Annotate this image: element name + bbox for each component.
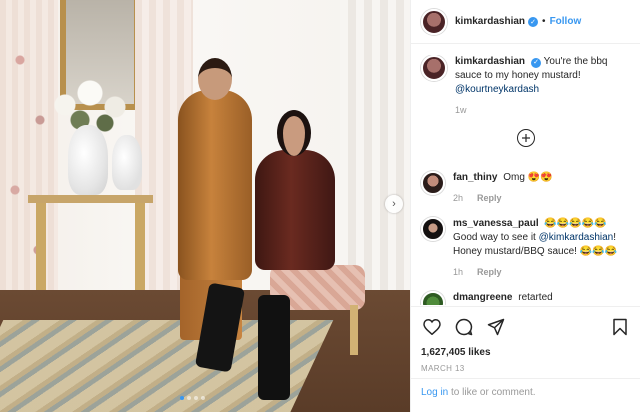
header-separator: • [542, 16, 546, 27]
login-prompt-text: to like or comment. [448, 387, 536, 398]
caption-mention[interactable]: @kourtneykardash [455, 84, 539, 95]
carousel-dot [194, 396, 198, 400]
caption-time: 1w [455, 105, 467, 115]
commenter-username[interactable]: dmangreene [453, 292, 512, 303]
plus-circle-icon [522, 134, 530, 142]
photo-person-seated [255, 150, 335, 270]
commenter-avatar[interactable] [421, 217, 445, 241]
share-button[interactable] [485, 316, 507, 338]
post-side-panel: kimkardashian ✓ • Follow kimkardashian ✓ … [410, 0, 640, 412]
comment-meta: 2h Reply [453, 191, 631, 205]
likes-count[interactable]: 1,627,405 likes [421, 347, 631, 358]
reply-button[interactable]: Reply [477, 265, 502, 279]
share-icon [487, 318, 505, 336]
comment-text: retarted [518, 292, 553, 303]
comment-button[interactable] [453, 316, 475, 338]
caption-avatar[interactable] [421, 55, 447, 81]
comment-item: ms_vanessa_paul 😂😂😂😂😂Good way to see it … [411, 217, 640, 279]
caption-body: kimkardashian ✓ You're the bbq sauce to m… [455, 55, 631, 117]
login-prompt: Log in to like or comment. [411, 378, 640, 406]
load-more [411, 129, 640, 147]
comment-item: dmangreene retarted [411, 291, 640, 305]
post-actions-section: 1,627,405 likes MARCH 13 [411, 306, 640, 373]
photo-vase-small [112, 135, 142, 190]
caption: kimkardashian ✓ You're the bbq sauce to m… [411, 55, 640, 117]
follow-button[interactable]: Follow [550, 16, 582, 27]
save-button[interactable] [609, 316, 631, 338]
login-link[interactable]: Log in [421, 387, 448, 398]
photo-boot-right [258, 295, 290, 400]
carousel-next-button[interactable]: › [385, 195, 403, 213]
comment-time: 2h [453, 193, 464, 203]
comment-meta: 1h Reply [453, 265, 631, 279]
commenter-username[interactable]: fan_thiny [453, 172, 497, 183]
heart-icon [423, 319, 441, 335]
comment-text: Omg 😍😍 [503, 172, 553, 183]
comment-icon [455, 318, 473, 336]
commenter-avatar[interactable] [421, 291, 445, 305]
chevron-right-icon: › [392, 198, 396, 210]
comment-time: 1h [453, 267, 464, 277]
commenter-avatar[interactable] [421, 171, 445, 195]
photo-stool-leg [350, 305, 358, 355]
author-avatar[interactable] [421, 8, 447, 35]
load-more-comments-button[interactable] [517, 129, 535, 147]
action-bar [421, 315, 631, 339]
post-photo[interactable]: › [0, 0, 410, 412]
carousel-dot [180, 396, 184, 400]
photo-person-seated-head [277, 110, 311, 156]
comment-body: dmangreene retarted [453, 291, 631, 305]
like-button[interactable] [421, 316, 443, 338]
photo-person-standing [178, 90, 252, 280]
verified-badge-icon: ✓ [531, 58, 542, 68]
comment-body: fan_thiny Omg 😍😍 2h Reply [453, 171, 631, 205]
comments-list[interactable]: kimkardashian ✓ You're the bbq sauce to m… [411, 55, 640, 305]
photo-console-table [28, 195, 153, 291]
commenter-username[interactable]: ms_vanessa_paul [453, 218, 539, 229]
comment-item: fan_thiny Omg 😍😍 2h Reply [411, 171, 640, 205]
caption-meta: 1w [455, 103, 631, 117]
photo-vase [68, 125, 108, 195]
photo-person-standing-head [198, 58, 232, 100]
carousel-indicator [180, 396, 205, 400]
post-header: kimkardashian ✓ • Follow [411, 0, 640, 44]
comment-mention[interactable]: @kimkardashian [539, 232, 614, 243]
carousel-dot [201, 396, 205, 400]
author-username[interactable]: kimkardashian [455, 16, 525, 27]
bookmark-icon [613, 318, 627, 336]
carousel-dot [187, 396, 191, 400]
caption-username[interactable]: kimkardashian [455, 56, 525, 67]
post-date[interactable]: MARCH 13 [421, 364, 631, 373]
comment-body: ms_vanessa_paul 😂😂😂😂😂Good way to see it … [453, 217, 631, 279]
verified-badge-icon: ✓ [528, 16, 539, 27]
reply-button[interactable]: Reply [477, 191, 502, 205]
